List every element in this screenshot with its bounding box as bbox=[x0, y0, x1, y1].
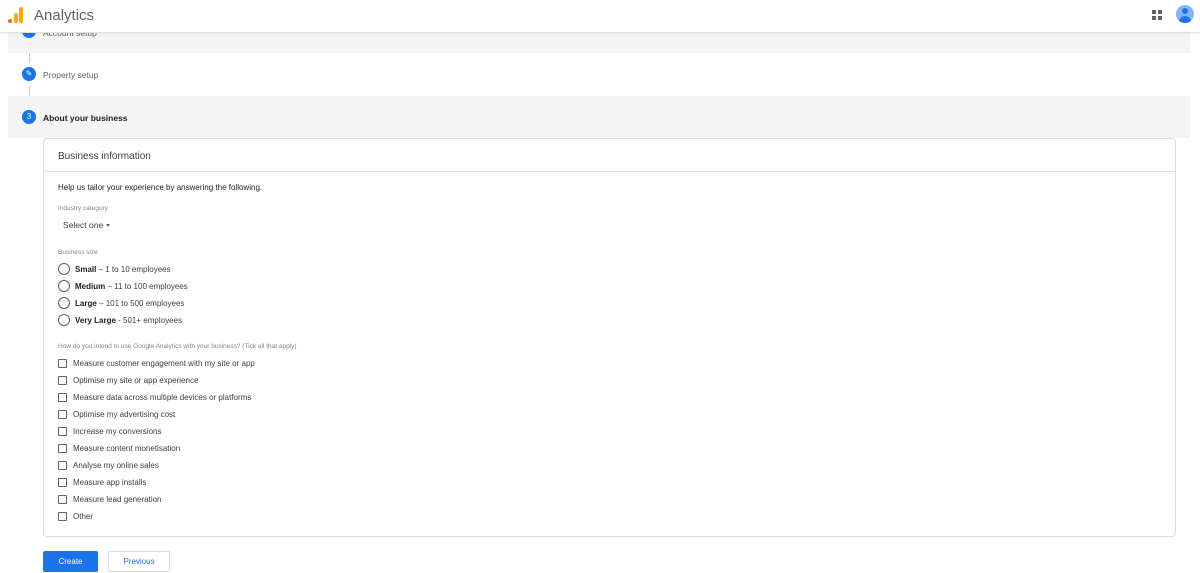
radio-button-icon[interactable] bbox=[58, 280, 70, 292]
checkbox-label: Measure lead generation bbox=[73, 494, 162, 504]
usage-checkbox[interactable]: Measure lead generation bbox=[58, 493, 162, 505]
checkbox-icon[interactable] bbox=[58, 460, 67, 470]
checkbox-icon[interactable] bbox=[58, 409, 67, 419]
checkbox-icon[interactable] bbox=[58, 477, 67, 487]
checkbox-label: Measure customer engagement with my site… bbox=[73, 358, 255, 368]
checkbox-label: Other bbox=[73, 511, 94, 521]
previous-button[interactable]: Previous bbox=[108, 551, 170, 572]
step-label: Property setup bbox=[43, 70, 99, 80]
analytics-logo-icon[interactable] bbox=[8, 7, 24, 23]
business-size-label: Business size bbox=[58, 249, 98, 256]
usage-checkbox[interactable]: Increase my conversions bbox=[58, 425, 161, 437]
business-size-small-radio[interactable]: Small – 1 to 10 employees bbox=[58, 262, 171, 276]
checkbox-label: Optimise my advertising cost bbox=[73, 409, 176, 419]
checkbox-label: Measure content monetisation bbox=[73, 443, 181, 453]
checkbox-icon[interactable] bbox=[58, 426, 67, 436]
industry-category-value: Select one bbox=[63, 220, 104, 230]
industry-category-label: Industry category bbox=[58, 205, 108, 212]
edit-pencil-icon: ✎ bbox=[22, 67, 36, 81]
checkbox-icon[interactable] bbox=[58, 392, 67, 402]
checkbox-icon[interactable] bbox=[58, 443, 67, 453]
radio-option-name: Small bbox=[75, 264, 97, 274]
checkbox-label: Optimise my site or app experience bbox=[73, 375, 199, 385]
apps-grid-icon[interactable] bbox=[1152, 10, 1162, 20]
radio-option-name: Large bbox=[75, 298, 97, 308]
business-size-very-large-radio[interactable]: Very Large - 501+ employees bbox=[58, 313, 182, 327]
checkbox-icon[interactable] bbox=[58, 358, 67, 368]
usage-checkbox[interactable]: Measure data across multiple devices or … bbox=[58, 391, 251, 403]
step-label: About your business bbox=[43, 113, 128, 123]
step-number-badge: 3 bbox=[22, 110, 36, 124]
usage-checkbox[interactable]: Measure app installs bbox=[58, 476, 146, 488]
radio-option-detail: – 11 to 100 employees bbox=[105, 281, 188, 291]
usage-checkbox[interactable]: Analyse my online sales bbox=[58, 459, 159, 471]
usage-checkbox[interactable]: Other bbox=[58, 510, 93, 522]
business-size-large-radio[interactable]: Large – 101 to 500 employees bbox=[58, 296, 184, 310]
radio-option-detail: - 501+ employees bbox=[115, 315, 182, 325]
radio-option-detail: – 1 to 10 employees bbox=[96, 264, 171, 274]
radio-button-icon[interactable] bbox=[58, 263, 70, 275]
radio-option-name: Very Large bbox=[75, 315, 116, 325]
card-title: Business information bbox=[44, 139, 1175, 172]
checkbox-icon[interactable] bbox=[58, 494, 67, 504]
usage-question-label: How do you intend to use Google Analytic… bbox=[58, 343, 297, 350]
business-size-medium-radio[interactable]: Medium – 11 to 100 employees bbox=[58, 279, 188, 293]
usage-checkbox[interactable]: Measure customer engagement with my site… bbox=[58, 357, 255, 369]
checkbox-label: Increase my conversions bbox=[73, 426, 162, 436]
checkbox-label: Measure data across multiple devices or … bbox=[73, 392, 252, 402]
radio-button-icon[interactable] bbox=[58, 314, 70, 326]
top-app-bar: Analytics bbox=[0, 0, 1200, 33]
checkbox-icon[interactable] bbox=[58, 511, 67, 521]
usage-checkbox[interactable]: Measure content monetisation bbox=[58, 442, 180, 454]
account-avatar-icon[interactable] bbox=[1176, 5, 1194, 23]
step-about-business[interactable]: 3 About your business bbox=[8, 96, 1190, 138]
business-information-card: Business information Help us tailor your… bbox=[43, 138, 1176, 537]
dropdown-caret-icon bbox=[106, 224, 111, 228]
radio-option-detail: – 101 to 500 employees bbox=[96, 298, 185, 308]
create-button[interactable]: Create bbox=[43, 551, 98, 572]
intro-text: Help us tailor your experience by answer… bbox=[58, 183, 263, 192]
industry-category-select[interactable]: Select one bbox=[63, 220, 111, 230]
usage-checkbox[interactable]: Optimise my advertising cost bbox=[58, 408, 175, 420]
step-property-setup[interactable]: ✎ Property setup bbox=[8, 53, 1190, 96]
checkbox-label: Measure app installs bbox=[73, 477, 147, 487]
checkbox-label: Analyse my online sales bbox=[73, 460, 159, 470]
app-title[interactable]: Analytics bbox=[34, 7, 94, 24]
checkbox-icon[interactable] bbox=[58, 375, 67, 385]
radio-option-name: Medium bbox=[75, 281, 106, 291]
radio-button-icon[interactable] bbox=[58, 297, 70, 309]
usage-checkbox[interactable]: Optimise my site or app experience bbox=[58, 374, 198, 386]
